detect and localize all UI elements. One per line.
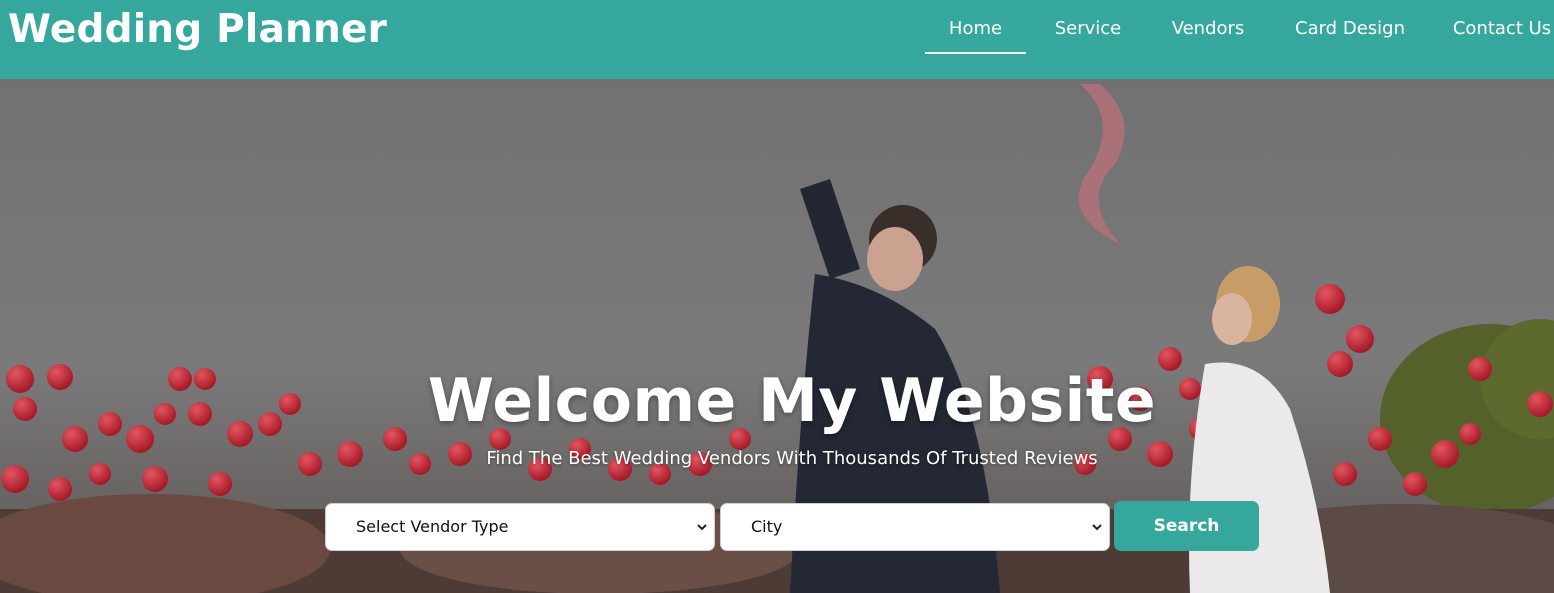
city-select[interactable]: City xyxy=(720,503,1110,551)
nav-link-vendors[interactable]: Vendors xyxy=(1168,18,1248,54)
city-select-value: City xyxy=(751,517,783,536)
chevron-down-icon xyxy=(697,524,707,531)
hero-subtitle: Find The Best Wedding Vendors With Thous… xyxy=(486,448,1098,469)
chevron-down-icon xyxy=(1092,524,1102,531)
vendor-type-select-value: Select Vendor Type xyxy=(356,517,509,536)
search-button[interactable]: Search xyxy=(1114,501,1259,551)
nav-link-service[interactable]: Service xyxy=(1048,18,1128,54)
hero-section: Welcome My Website Find The Best Wedding… xyxy=(0,79,1554,593)
nav-link-card-design[interactable]: Card Design xyxy=(1288,18,1412,54)
nav-link-home[interactable]: Home xyxy=(925,18,1026,54)
brand-logo[interactable]: Wedding Planner xyxy=(8,7,387,52)
vendor-type-select[interactable]: Select Vendor Type xyxy=(325,503,715,551)
navbar: Wedding Planner Home Service Vendors Car… xyxy=(0,0,1554,79)
nav-link-contact[interactable]: Contact Us xyxy=(1450,18,1554,54)
hero-title: Welcome My Website xyxy=(427,366,1157,436)
